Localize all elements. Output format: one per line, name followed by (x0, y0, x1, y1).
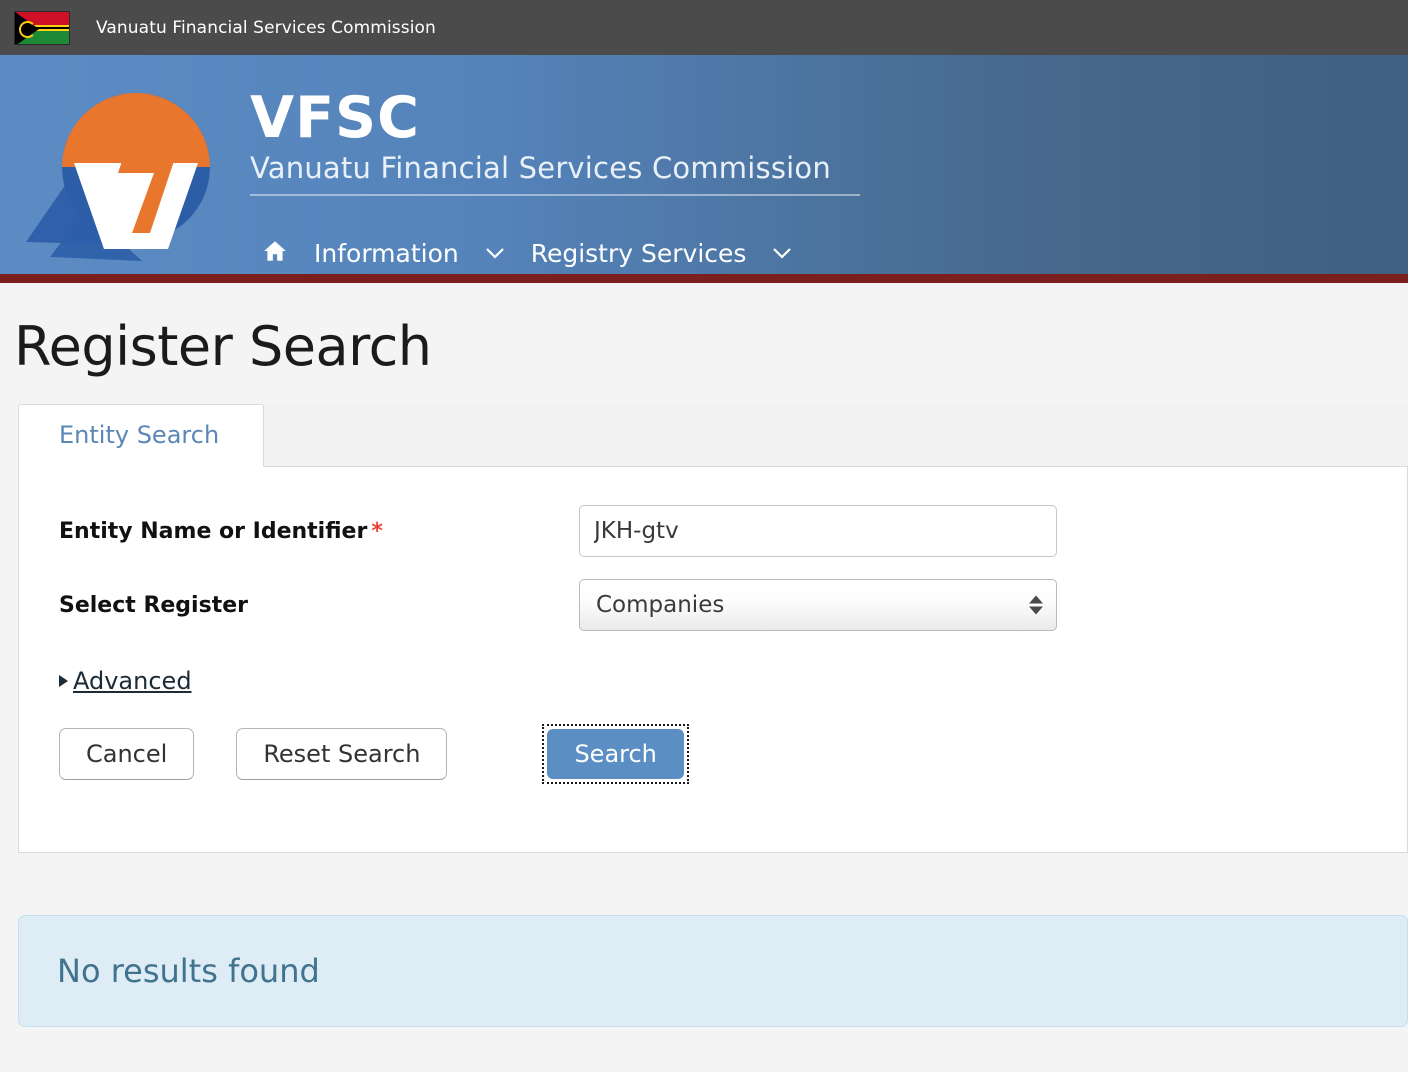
page-title: Register Search (14, 315, 432, 378)
nav-item-registry-services[interactable]: Registry Services (517, 239, 761, 268)
entity-name-label-text: Entity Name or Identifier (59, 518, 368, 544)
search-button-focus-ring: Search (542, 724, 689, 784)
entity-search-panel: Entity Name or Identifier* Select Regist… (18, 467, 1408, 853)
entity-name-label: Entity Name or Identifier * (59, 519, 579, 544)
tab-bar: Entity Search (18, 404, 1408, 467)
select-register-label: Select Register (59, 592, 248, 618)
brand-block: VFSC Vanuatu Financial Services Commissi… (250, 90, 870, 196)
government-bar: Vanuatu Financial Services Commission (0, 0, 1408, 55)
brand-divider (250, 193, 860, 196)
select-register-row: Select Register Companies (19, 579, 1407, 631)
no-results-banner: No results found (18, 915, 1408, 1027)
select-register-dropdown[interactable]: Companies (579, 579, 1057, 631)
form-action-buttons: Cancel Reset Search Search (19, 695, 1407, 784)
home-icon (262, 238, 288, 268)
select-register-value: Companies (596, 592, 725, 618)
brand-name: Vanuatu Financial Services Commission (250, 151, 831, 185)
site-banner: VFSC Vanuatu Financial Services Commissi… (0, 55, 1408, 283)
search-button[interactable]: Search (547, 729, 684, 779)
reset-search-button[interactable]: Reset Search (236, 728, 448, 780)
entity-name-row: Entity Name or Identifier * (19, 505, 1407, 557)
page-content: Register Search Entity Search Entity Nam… (0, 283, 1408, 1027)
triangle-right-icon (59, 675, 68, 687)
entity-name-input[interactable] (579, 505, 1057, 557)
advanced-toggle[interactable]: Advanced (19, 653, 1407, 695)
brand-acronym: VFSC (250, 85, 420, 151)
nav-home-button[interactable] (250, 238, 300, 268)
required-asterisk: * (371, 518, 383, 544)
government-bar-title: Vanuatu Financial Services Commission (96, 17, 436, 38)
advanced-link-label[interactable]: Advanced (73, 667, 192, 695)
cancel-button[interactable]: Cancel (59, 728, 195, 780)
chevron-down-icon[interactable] (760, 243, 804, 264)
vfsc-logo-icon[interactable] (18, 67, 228, 272)
chevron-down-icon[interactable] (473, 243, 517, 264)
main-navigation: Information Registry Services (250, 231, 804, 274)
tab-entity-search[interactable]: Entity Search (18, 404, 265, 467)
vanuatu-flag-icon (14, 10, 70, 45)
no-results-message: No results found (57, 952, 320, 990)
nav-item-information[interactable]: Information (300, 239, 473, 268)
